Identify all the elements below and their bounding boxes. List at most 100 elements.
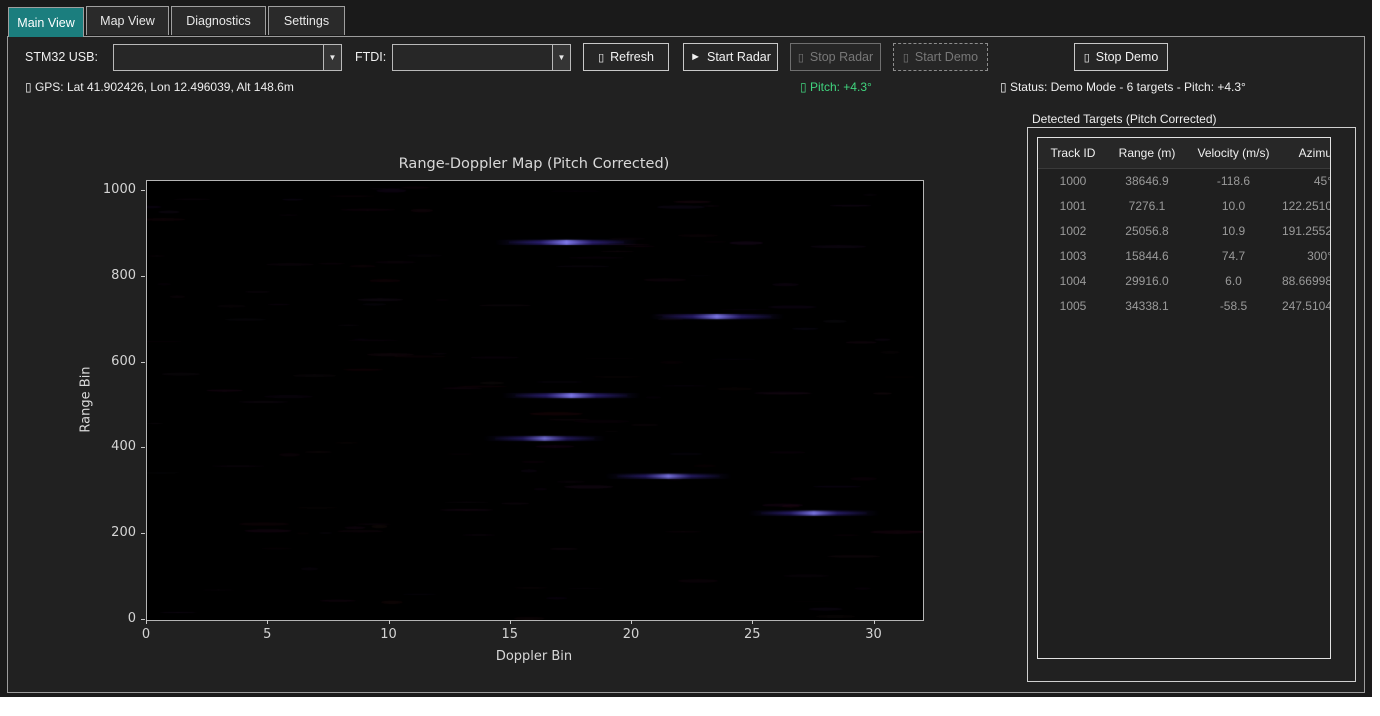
cell-velocity: 10.0 [1186, 194, 1281, 219]
y-tick-mark [141, 619, 145, 620]
tab-content-pane: STM32 USB: ▼ FTDI: ▼ ▯ Refresh ►Start Rada… [7, 36, 1365, 693]
cell-velocity: -58.5 [1186, 294, 1281, 319]
x-tick-label: 15 [490, 627, 530, 642]
tab-settings[interactable]: Settings [268, 6, 345, 35]
cell-track-id: 1001 [1038, 194, 1108, 219]
button-label: Refresh [610, 50, 654, 64]
tab-label: Map View [100, 14, 155, 28]
cell-range: 7276.1 [1108, 194, 1186, 219]
stop-radar-button: ▯ Stop Radar [790, 43, 881, 71]
cell-range: 15844.6 [1108, 244, 1186, 269]
cell-azimuth: 122.2510 [1281, 194, 1331, 219]
demo-status: ▯ Status: Demo Mode - 6 targets - Pitch:… [1000, 80, 1246, 94]
button-label: Start Radar [707, 50, 771, 64]
table-row[interactable]: 100429916.06.088.66998 [1038, 269, 1331, 294]
start-demo-button: ▯ Start Demo [893, 43, 988, 71]
cell-velocity: -118.6 [1186, 169, 1281, 194]
table-row[interactable]: 100315844.674.7300° [1038, 244, 1331, 269]
tab-map-view[interactable]: Map View [86, 6, 169, 35]
table-row[interactable]: 100225056.810.9191.2552 [1038, 219, 1331, 244]
x-axis-label: Doppler Bin [146, 649, 922, 664]
refresh-icon: ▯ [598, 51, 604, 64]
x-tick-label: 20 [611, 627, 651, 642]
stm32-usb-combobox[interactable]: ▼ [113, 44, 342, 71]
y-axis-label: Range Bin [79, 350, 94, 450]
tab-label: Settings [284, 14, 329, 28]
button-label: Stop Demo [1096, 50, 1159, 64]
cell-azimuth: 45° [1281, 169, 1331, 194]
stm32-usb-combobox-value [114, 45, 323, 70]
col-header-azimuth[interactable]: Azimu [1281, 138, 1331, 168]
cell-track-id: 1002 [1038, 219, 1108, 244]
button-label: Stop Radar [810, 50, 873, 64]
ftdi-combobox-value [393, 45, 552, 70]
cell-track-id: 1003 [1038, 244, 1108, 269]
cell-azimuth: 247.5104 [1281, 294, 1331, 319]
cell-track-id: 1000 [1038, 169, 1108, 194]
stop-demo-button[interactable]: ▯ Stop Demo [1074, 43, 1168, 71]
pitch-text: Pitch: +4.3° [810, 80, 872, 94]
cell-velocity: 74.7 [1186, 244, 1281, 269]
x-tick-label: 0 [126, 627, 166, 642]
pitch-status: ▯ Pitch: +4.3° [800, 80, 872, 94]
y-tick-mark [141, 533, 145, 534]
y-tick-label: 200 [68, 525, 136, 540]
ftdi-combobox[interactable]: ▼ [392, 44, 571, 71]
button-label: Start Demo [915, 50, 978, 64]
col-header-track-id[interactable]: Track ID [1038, 138, 1108, 168]
x-tick-mark [389, 620, 390, 624]
status-icon: ▯ [1000, 80, 1007, 94]
tab-diagnostics[interactable]: Diagnostics [171, 6, 266, 35]
stop-radar-icon: ▯ [798, 51, 804, 64]
cell-track-id: 1004 [1038, 269, 1108, 294]
x-tick-label: 25 [732, 627, 772, 642]
x-tick-label: 30 [854, 627, 894, 642]
table-row[interactable]: 100534338.1-58.5247.5104 [1038, 294, 1331, 319]
col-header-velocity[interactable]: Velocity (m/s) [1186, 138, 1281, 168]
y-tick-mark [141, 190, 145, 191]
cell-range: 34338.1 [1108, 294, 1186, 319]
table-header-row: Track ID Range (m) Velocity (m/s) Azimu [1038, 138, 1331, 169]
cell-track-id: 1005 [1038, 294, 1108, 319]
ftdi-label: FTDI: [355, 50, 386, 64]
start-demo-icon: ▯ [903, 51, 909, 64]
cell-range: 29916.0 [1108, 269, 1186, 294]
y-tick-label: 800 [68, 268, 136, 283]
cell-azimuth: 88.66998 [1281, 269, 1331, 294]
y-tick-label: 0 [68, 611, 136, 626]
table-body: 100038646.9-118.645°10017276.110.0122.25… [1038, 169, 1330, 319]
x-tick-label: 10 [369, 627, 409, 642]
x-tick-mark [267, 620, 268, 624]
gps-icon: ▯ [25, 80, 32, 94]
cell-velocity: 10.9 [1186, 219, 1281, 244]
stop-demo-icon: ▯ [1084, 51, 1090, 64]
x-tick-mark [510, 620, 511, 624]
gps-text: GPS: Lat 41.902426, Lon 12.496039, Alt 1… [35, 80, 294, 94]
app-window: Main View Map View Diagnostics Settings … [0, 0, 1372, 697]
cell-velocity: 6.0 [1186, 269, 1281, 294]
y-tick-mark [141, 362, 145, 363]
x-tick-mark [146, 620, 147, 624]
y-tick-label: 1000 [68, 182, 136, 197]
x-tick-label: 5 [247, 627, 287, 642]
targets-table[interactable]: Track ID Range (m) Velocity (m/s) Azimu … [1037, 137, 1331, 659]
chevron-down-icon[interactable]: ▼ [323, 45, 341, 70]
gps-status: ▯ GPS: Lat 41.902426, Lon 12.496039, Alt… [25, 80, 294, 94]
cell-azimuth: 191.2552 [1281, 219, 1331, 244]
tab-label: Diagnostics [186, 14, 251, 28]
x-tick-mark [752, 620, 753, 624]
targets-panel-title: Detected Targets (Pitch Corrected) [1032, 112, 1217, 126]
refresh-button[interactable]: ▯ Refresh [583, 43, 669, 71]
col-header-range[interactable]: Range (m) [1108, 138, 1186, 168]
chevron-down-icon[interactable]: ▼ [552, 45, 570, 70]
cell-azimuth: 300° [1281, 244, 1331, 269]
status-text: Status: Demo Mode - 6 targets - Pitch: +… [1010, 80, 1246, 94]
table-row[interactable]: 10017276.110.0122.2510 [1038, 194, 1331, 219]
pitch-icon: ▯ [800, 80, 807, 94]
start-radar-button[interactable]: ►Start Radar [683, 43, 778, 71]
table-row[interactable]: 100038646.9-118.645° [1038, 169, 1331, 194]
x-tick-mark [631, 620, 632, 624]
x-tick-mark [874, 620, 875, 624]
stm32-usb-label: STM32 USB: [25, 50, 98, 64]
tab-main-view[interactable]: Main View [8, 7, 84, 37]
